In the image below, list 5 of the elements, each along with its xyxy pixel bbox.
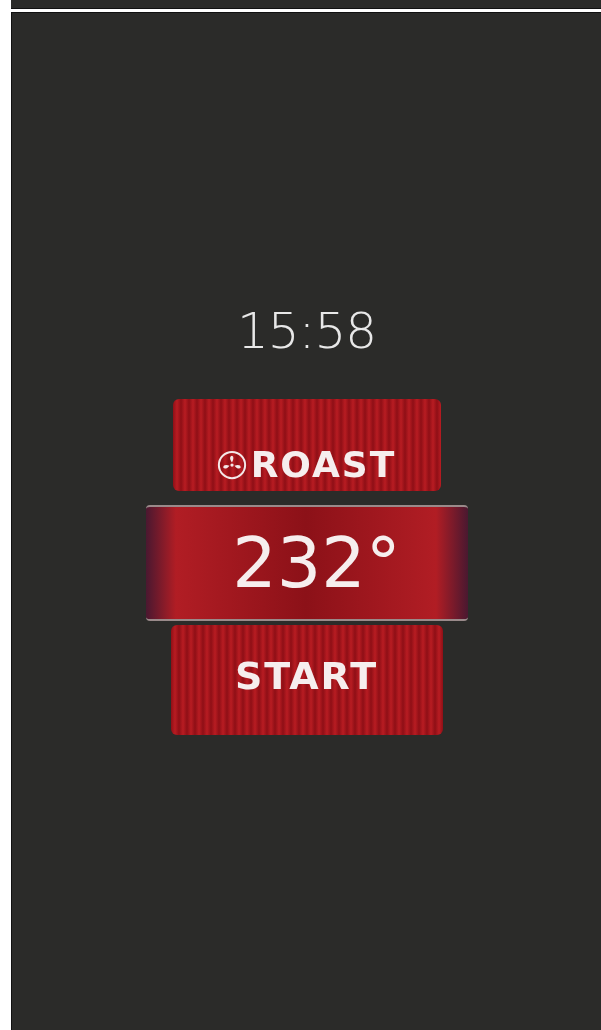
fan-icon <box>216 449 247 480</box>
program-button[interactable]: ROAST <box>172 399 441 491</box>
temperature-display[interactable]: 232° <box>145 505 468 621</box>
start-button[interactable]: START <box>170 625 443 735</box>
clock-time: 15:58 <box>236 301 377 361</box>
